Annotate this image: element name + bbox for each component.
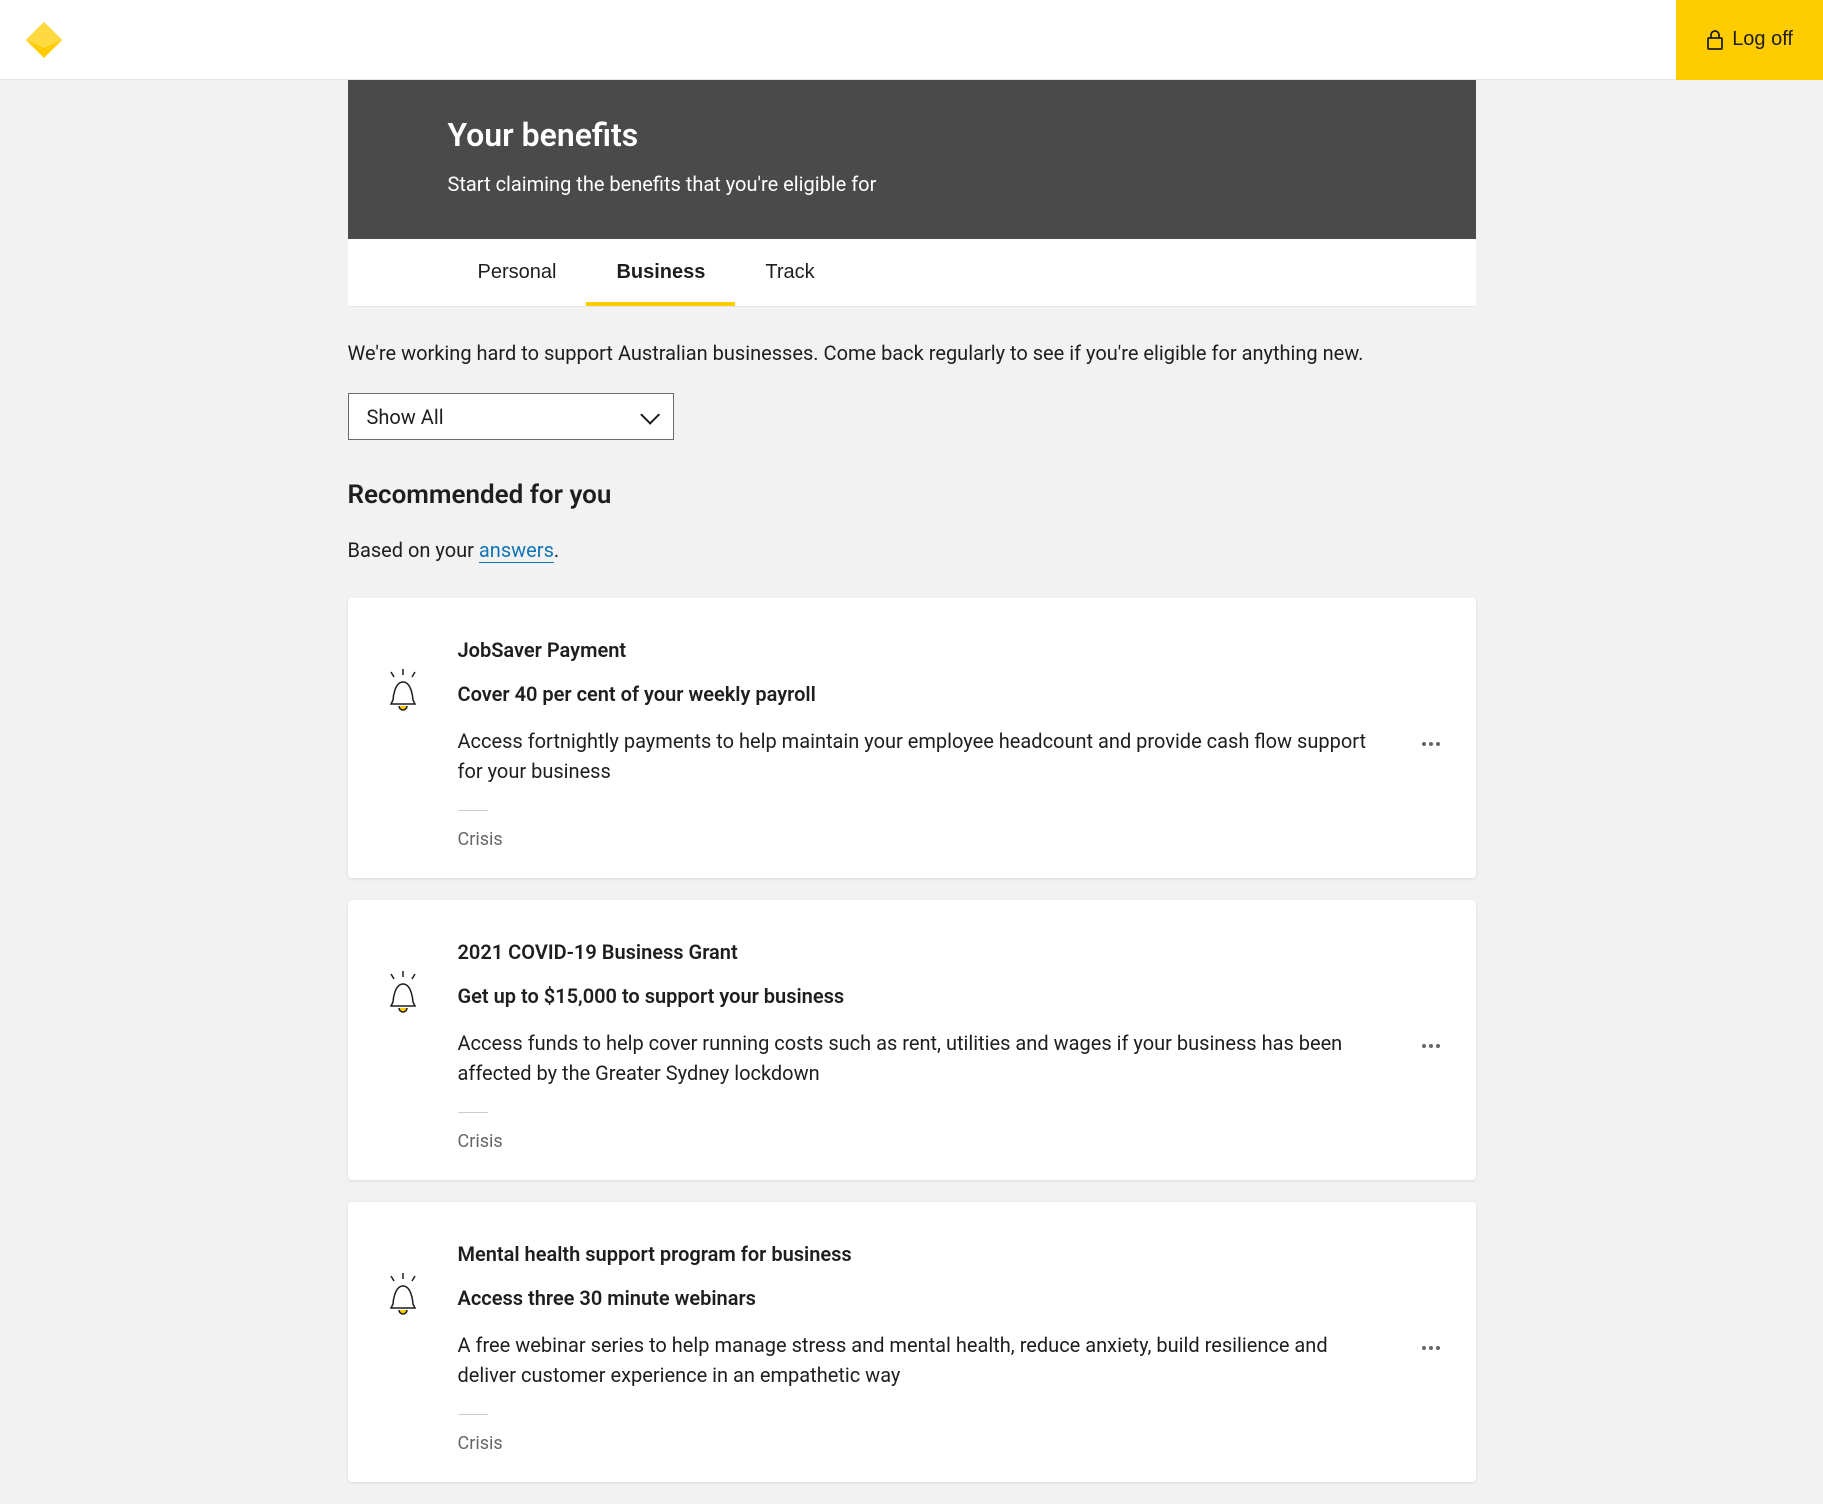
benefit-card[interactable]: JobSaver Payment Cover 40 per cent of yo…: [348, 598, 1476, 878]
more-icon: [1422, 1044, 1440, 1048]
card-divider: [458, 1414, 488, 1415]
card-subtitle: Access three 30 minute webinars: [458, 1286, 1386, 1310]
card-content: 2021 COVID-19 Business Grant Get up to $…: [458, 940, 1386, 1152]
card-description: Access fortnightly payments to help main…: [458, 726, 1386, 786]
card-icon-container: [378, 940, 428, 1014]
card-divider: [458, 810, 488, 811]
card-icon-container: [378, 638, 428, 712]
card-menu-button[interactable]: [1416, 1031, 1446, 1061]
card-content: JobSaver Payment Cover 40 per cent of yo…: [458, 638, 1386, 850]
intro-text: We're working hard to support Australian…: [348, 307, 1476, 393]
logoff-label: Log off: [1732, 28, 1793, 51]
card-tag: Crisis: [458, 1433, 503, 1454]
more-icon: [1422, 742, 1440, 746]
logoff-button[interactable]: Log off: [1676, 0, 1823, 80]
card-subtitle: Cover 40 per cent of your weekly payroll: [458, 682, 1386, 706]
bell-icon: [383, 970, 423, 1014]
brand-logo-icon: [24, 20, 64, 60]
bell-icon: [383, 1272, 423, 1316]
top-bar: Log off: [0, 0, 1823, 80]
chevron-down-icon: [640, 404, 660, 424]
card-description: A free webinar series to help manage str…: [458, 1330, 1386, 1390]
filter-selected-value: Show All: [367, 405, 444, 429]
card-title: JobSaver Payment: [458, 638, 1386, 662]
card-description: Access funds to help cover running costs…: [458, 1028, 1386, 1088]
based-on-suffix: .: [554, 538, 559, 562]
filter-dropdown[interactable]: Show All: [348, 393, 674, 440]
card-title: 2021 COVID-19 Business Grant: [458, 940, 1386, 964]
page-title: Your benefits: [448, 116, 1376, 154]
card-tag: Crisis: [458, 829, 503, 850]
page-subtitle: Start claiming the benefits that you're …: [448, 172, 1376, 196]
based-on-prefix: Based on your: [348, 538, 479, 562]
card-subtitle: Get up to $15,000 to support your busine…: [458, 984, 1386, 1008]
tab-personal[interactable]: Personal: [448, 239, 587, 306]
benefit-card[interactable]: 2021 COVID-19 Business Grant Get up to $…: [348, 900, 1476, 1180]
tab-business[interactable]: Business: [586, 239, 735, 306]
tab-bar: Personal Business Track: [348, 239, 1476, 307]
answers-link[interactable]: answers: [479, 538, 554, 563]
based-on-text: Based on your answers.: [348, 538, 1476, 562]
card-menu-button[interactable]: [1416, 729, 1446, 759]
lock-icon: [1706, 30, 1724, 50]
tab-track[interactable]: Track: [735, 239, 844, 306]
more-icon: [1422, 1346, 1440, 1350]
card-title: Mental health support program for busine…: [458, 1242, 1386, 1266]
card-content: Mental health support program for busine…: [458, 1242, 1386, 1454]
hero-section: Your benefits Start claiming the benefit…: [348, 80, 1476, 239]
bell-icon: [383, 668, 423, 712]
section-title: Recommended for you: [348, 480, 1476, 510]
card-icon-container: [378, 1242, 428, 1316]
content-area: We're working hard to support Australian…: [348, 307, 1476, 1482]
benefit-card[interactable]: Mental health support program for busine…: [348, 1202, 1476, 1482]
card-menu-button[interactable]: [1416, 1333, 1446, 1363]
card-tag: Crisis: [458, 1131, 503, 1152]
card-divider: [458, 1112, 488, 1113]
main-container: Your benefits Start claiming the benefit…: [348, 80, 1476, 1482]
logo-container: [0, 20, 64, 60]
